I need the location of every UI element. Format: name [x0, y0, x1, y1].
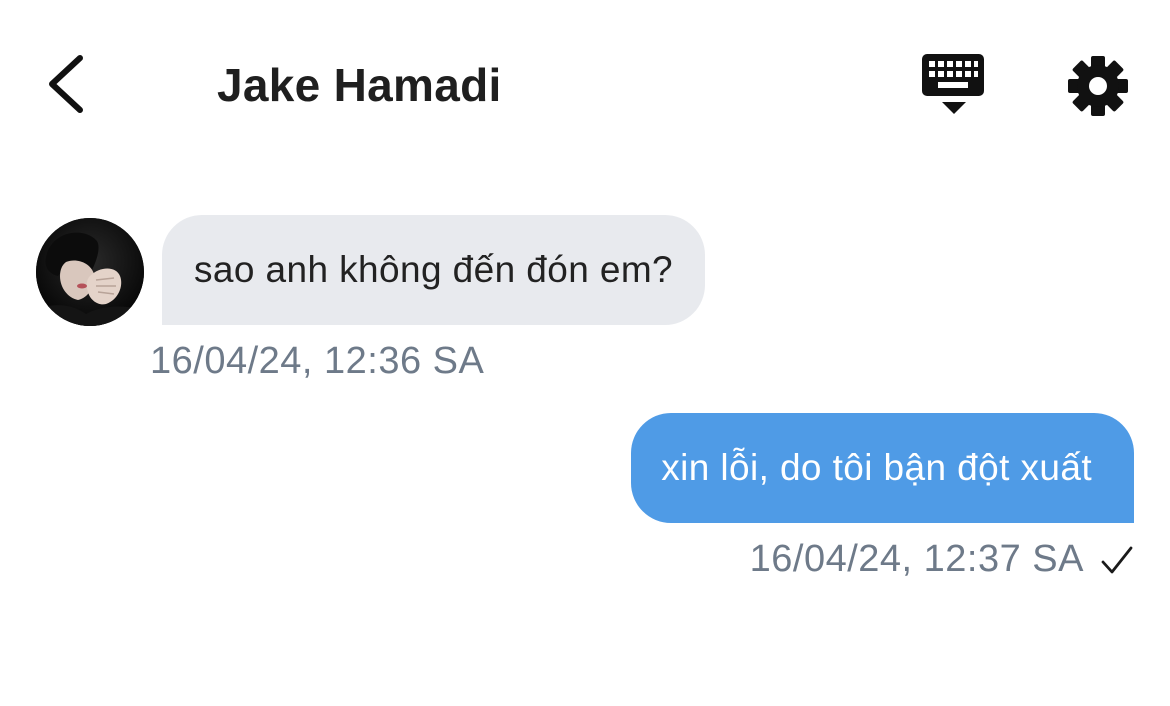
message-timestamp: 16/04/24, 12:37 SA — [749, 538, 1084, 580]
avatar-photo — [36, 218, 144, 326]
gear-icon — [1068, 56, 1128, 116]
keyboard-hide-icon — [922, 54, 984, 114]
message-timestamp: 16/04/24, 12:36 SA — [150, 340, 485, 382]
contact-name: Jake Hamadi — [217, 59, 502, 111]
settings-button[interactable] — [1066, 54, 1130, 118]
outgoing-message-bubble[interactable]: xin lỗi, do tôi bận đột xuất — [631, 413, 1134, 523]
chevron-left-icon — [49, 55, 83, 113]
checkmark-icon — [1100, 545, 1134, 575]
chat-screen: Jake Hamadi sao anh không đến đón em? 16… — [0, 0, 1170, 706]
contact-avatar[interactable] — [36, 218, 144, 326]
message-text: sao anh không đến đón em? — [194, 249, 674, 290]
message-meta: 16/04/24, 12:37 SA — [750, 538, 1134, 581]
back-button[interactable] — [40, 52, 96, 116]
message-text: xin lỗi, do tôi bận đột xuất — [661, 447, 1092, 488]
incoming-message-bubble[interactable]: sao anh không đến đón em? — [162, 215, 706, 325]
keyboard-toggle-button[interactable] — [920, 52, 988, 118]
